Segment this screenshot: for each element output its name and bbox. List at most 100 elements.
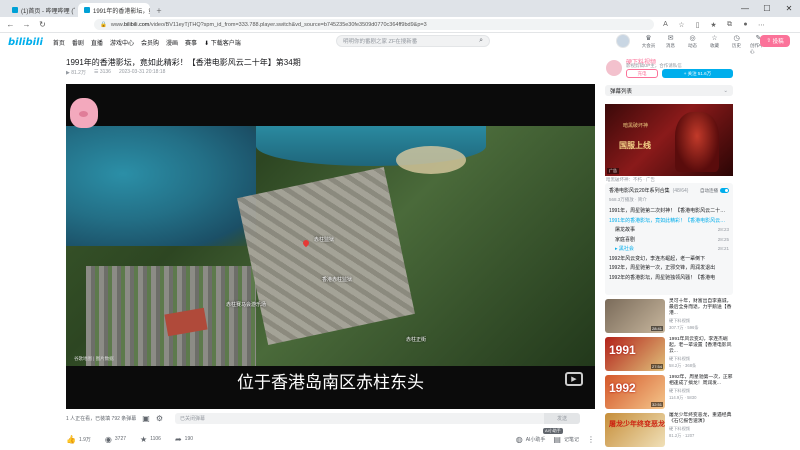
map-label: 赤柱正街 — [406, 337, 427, 343]
episode-part[interactable]: 家庭喜剧 28:25 — [609, 235, 729, 245]
coin-button[interactable]: ◉ 3727 — [105, 435, 126, 444]
messages-button[interactable]: ✉ 消息 — [662, 34, 679, 55]
nav-item-manga[interactable]: 漫画 — [166, 38, 178, 47]
vip-label: 大会员 — [641, 43, 656, 48]
uploader-avatar[interactable] — [606, 60, 622, 76]
url-host: bilibili.com — [124, 21, 150, 28]
danmaku-input[interactable]: 已关闭弹幕 发送 — [175, 412, 581, 424]
search-input[interactable]: 明明你的番剧之家 ZF在搜新番 ⌕ — [336, 35, 490, 47]
upload-button[interactable]: ⇧ 投稿 — [760, 35, 790, 47]
new-tab-button[interactable]: ＋ — [150, 3, 164, 17]
favorites-button[interactable]: ☆ 收藏 — [706, 34, 723, 55]
episode-item[interactable]: 1991年，周星驰第二次封神！【香港电影风云二十年】 — [609, 206, 729, 216]
ad-brand: 暗黑破坏神 — [623, 123, 649, 129]
share-button[interactable]: ➦ 190 — [175, 435, 193, 444]
video-player[interactable]: 赤柱监狱 香港赤柱监狱 赤柱正街 赤柱赛马会游乐场 谷歌地图 | 图片数据 位于… — [66, 84, 595, 409]
video-frame[interactable]: 赤柱监狱 香港赤柱监狱 赤柱正街 赤柱赛马会游乐场 — [66, 126, 595, 366]
toggle-switch[interactable] — [720, 188, 729, 193]
episode-part[interactable]: ▸ 黑社会 28:21 — [609, 244, 729, 254]
maximize-icon[interactable]: ☐ — [756, 4, 778, 13]
episode-item[interactable]: 1991年的香港影坛，竟如此精彩！【香港电影风云二十年】 — [609, 216, 729, 226]
collection-title[interactable]: 香港电影风云20年系列合集 — [609, 187, 670, 194]
video-uploader[interactable]: 硬下料视频 — [669, 426, 733, 432]
search-icon[interactable]: ⌕ — [479, 37, 483, 45]
favorites-icon[interactable]: ★ — [709, 21, 718, 29]
video-uploader[interactable]: 硬下料视频 — [669, 356, 733, 362]
reload-icon[interactable]: ↻ — [38, 20, 47, 29]
video-thumbnail[interactable]: 屠龙少年终变恶龙 — [605, 413, 665, 447]
recommended-video[interactable]: 1992 32:51 1992年，周星驰第一次，正邪相逢成了搞龙！周润发... 硬… — [605, 375, 733, 411]
bilibili-logo[interactable]: bilibili — [8, 37, 43, 48]
browser-tab-0[interactable]: (1)首页 - 哔哩哔哩 (゜-゜)つロ 干杯~-bilibili ✕ — [6, 3, 78, 17]
ad-banner[interactable]: 暗黑破坏神 国服上线 广告 — [605, 104, 733, 176]
favorites-label: 收藏 — [710, 43, 719, 48]
nav-item-download[interactable]: ⬇ 下载客户端 — [204, 38, 241, 47]
vip-icon: ♛ — [645, 35, 652, 42]
split-screen-icon[interactable]: ▯ — [693, 21, 702, 29]
video-thumbnail[interactable]: 1992 32:51 — [605, 375, 665, 409]
read-aloud-icon[interactable]: A — [661, 21, 670, 28]
view-count: ▶ 81.2万 — [66, 70, 86, 76]
video-title[interactable]: 1991年风云变幻，李连杰崛起，老一辈设置【香港电影风云... — [669, 337, 733, 355]
ai-assistant-button[interactable]: ◍ AI小助手 — [516, 435, 546, 444]
nav-item-shop[interactable]: 会员购 — [141, 38, 159, 47]
nav-item-games[interactable]: 游戏中心 — [110, 38, 134, 47]
collections-icon[interactable]: ⧉ — [725, 21, 734, 29]
recommended-video[interactable]: 屠龙少年终变恶龙 屠龙少年终变恶龙，重遇经典《石亿报告速演》 硬下料视频 81.… — [605, 413, 733, 449]
profile-icon[interactable]: ● — [741, 21, 750, 28]
video-title[interactable]: 灵可十年，财富出自李嘉诚，最后全身而退，力宇鹅送【香港... — [669, 299, 733, 317]
vip-button[interactable]: ♛ 大会员 — [640, 34, 657, 55]
autoplay-toggle[interactable]: 自动连播 — [700, 188, 729, 194]
recommended-video[interactable]: 28:41 灵可十年，财富出自李嘉诚，最后全身而退，力宇鹅送【香港... 硬下料… — [605, 299, 733, 335]
send-danmaku-button[interactable]: 发送 — [544, 412, 581, 424]
back-icon[interactable]: ← — [6, 20, 15, 29]
video-uploader[interactable]: 硬下料视频 — [669, 318, 733, 324]
danmaku-toggle-icon[interactable]: ▣ — [142, 414, 150, 423]
episode-item[interactable]: 1992年的香港影坛，周星驰独领风骚！【香港电 — [609, 273, 729, 283]
favorite-button[interactable]: ★ 1106 — [140, 435, 161, 444]
window-controls: — ☐ ✕ — [734, 0, 800, 17]
video-duration: 32:51 — [650, 402, 663, 407]
more-icon: ⋮ — [587, 434, 595, 444]
video-thumbnail[interactable]: 28:41 — [605, 299, 665, 333]
user-avatar[interactable] — [616, 34, 630, 48]
charge-button[interactable]: 充电 — [626, 69, 658, 78]
episode-item[interactable]: 1992年，周星驰第一次，正邪交锋，周润发退出 — [609, 263, 729, 273]
thumb-text: 1992 — [609, 381, 636, 395]
video-action-toolbar: 👍 1.9万 ◉ 3727 ★ 1106 ➦ 190 ◍ AI小助手 ▤ 记笔记 ⋮ — [66, 432, 595, 446]
episode-part[interactable]: 屠龙故事 28:23 — [609, 225, 729, 235]
url-field[interactable]: 🔒 www. bilibili.com/video/BV11eyTjTHQ?spm… — [94, 19, 654, 30]
recommended-video[interactable]: 1991 27:54 1991年风云变幻，李连杰崛起，老一辈设置【香港电影风云..… — [605, 337, 733, 373]
dynamics-button[interactable]: ◎ 动态 — [684, 34, 701, 55]
more-menu-icon[interactable]: ⋯ — [757, 21, 766, 29]
note-icon: ▤ — [553, 434, 561, 444]
nav-item-anime[interactable]: 番剧 — [72, 38, 84, 47]
nav-item-esports[interactable]: 赛事 — [185, 38, 197, 47]
danmaku-placeholder: 已关闭弹幕 — [180, 415, 206, 422]
nav-item-home[interactable]: 首页 — [53, 38, 65, 47]
danmaku-settings-icon[interactable]: ⚙ — [156, 414, 163, 423]
video-duration: 27:54 — [650, 364, 663, 369]
video-title[interactable]: 1992年，周星驰第一次，正邪相逢成了搞龙！周润发... — [669, 375, 733, 387]
episode-item[interactable]: 1992年风云变幻，李连杰崛起，老一辈倒下 — [609, 254, 729, 264]
follow-button[interactable]: + 关注 51.6万 — [662, 69, 733, 78]
favorite-star-icon[interactable]: ☆ — [677, 21, 686, 29]
browser-tab-1[interactable]: 1991年的香港影坛，竟如此精彩 ✕ — [78, 3, 150, 17]
notes-button[interactable]: ▤ 记笔记 — [553, 435, 579, 444]
close-window-icon[interactable]: ✕ — [778, 4, 800, 13]
history-button[interactable]: ◷ 历史 — [728, 34, 745, 55]
more-button[interactable]: ⋮ — [587, 435, 595, 444]
danmaku-list-toggle[interactable]: 弹幕列表 ⌄ — [605, 85, 733, 96]
nav-item-live[interactable]: 直播 — [91, 38, 103, 47]
collection-header: 香港电影风云20年系列合集 (48/64) 自动连播 — [609, 187, 729, 194]
dynamics-label: 动态 — [688, 43, 697, 48]
video-uploader[interactable]: 硬下料视频 — [669, 388, 733, 394]
forward-icon[interactable]: → — [22, 20, 31, 29]
chevron-down-icon: ⌄ — [723, 87, 728, 94]
browser-tab-bar: (1)首页 - 哔哩哔哩 (゜-゜)つロ 干杯~-bilibili ✕ 1991… — [0, 0, 800, 17]
video-thumbnail[interactable]: 1991 27:54 — [605, 337, 665, 371]
like-button[interactable]: 👍 1.9万 — [66, 435, 91, 444]
minimize-icon[interactable]: — — [734, 4, 756, 13]
tv-icon[interactable]: ▶ — [565, 372, 583, 386]
video-title[interactable]: 屠龙少年终变恶龙，重遇经典《石亿报告速演》 — [669, 413, 733, 425]
